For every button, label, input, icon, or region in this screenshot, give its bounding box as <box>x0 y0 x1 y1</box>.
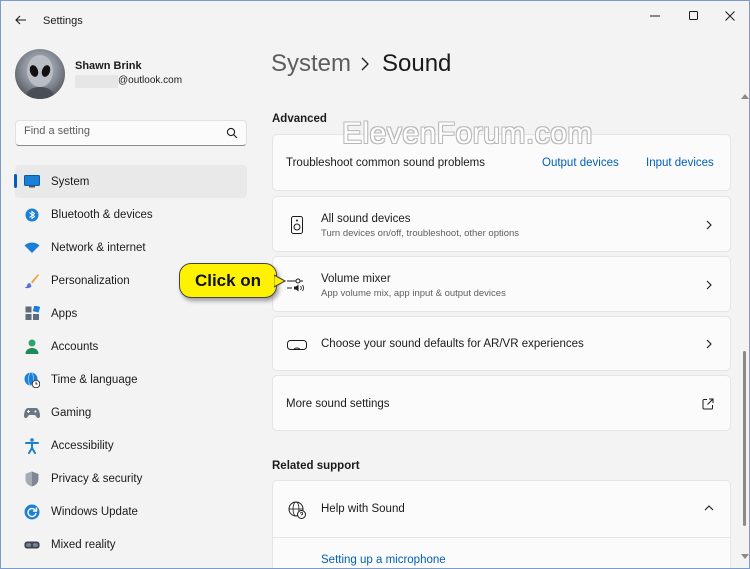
divider <box>273 537 730 538</box>
settings-window: Settings Shawn Brink @outlook.com Find a… <box>0 0 750 569</box>
open-external-icon <box>702 398 714 410</box>
arvr-defaults-card[interactable]: Choose your sound defaults for AR/VR exp… <box>272 316 731 371</box>
brush-icon <box>24 273 40 289</box>
click-on-callout: Click on <box>179 263 277 298</box>
minimize-button[interactable] <box>640 5 670 27</box>
alien-avatar-icon <box>25 55 55 99</box>
scroll-up-arrow-icon[interactable] <box>741 93 749 99</box>
search-input[interactable] <box>24 125 214 137</box>
sidebar-item-label: Time & language <box>51 373 138 386</box>
sidebar-item-label: Bluetooth & devices <box>51 208 153 221</box>
help-with-sound-card: Help with Sound Setting up a microphone <box>272 480 731 568</box>
wifi-icon <box>24 240 40 256</box>
avatar <box>15 49 65 99</box>
page-title: Sound <box>382 50 452 77</box>
globe-help-icon <box>287 500 307 520</box>
sidebar-item-label: System <box>51 175 90 188</box>
sidebar-item-network[interactable]: Network & internet <box>15 231 247 264</box>
back-button[interactable] <box>11 10 31 30</box>
sidebar-item-label: Accessibility <box>51 439 114 452</box>
sidebar-item-apps[interactable]: Apps <box>15 297 247 330</box>
headset-icon <box>24 537 40 553</box>
all-sound-devices-title: All sound devices <box>321 213 411 225</box>
minimize-icon <box>650 15 660 17</box>
user-email: @outlook.com <box>118 75 183 86</box>
sidebar-item-label: Windows Update <box>51 505 138 518</box>
all-sound-devices-card[interactable]: All sound devices Turn devices on/off, t… <box>272 196 731 252</box>
shield-icon <box>24 471 40 487</box>
breadcrumb-system[interactable]: System <box>271 50 351 78</box>
email-redaction <box>75 75 118 88</box>
chevron-right-icon <box>706 220 712 230</box>
close-button[interactable] <box>715 5 745 27</box>
all-sound-devices-subtitle: Turn devices on/off, troubleshoot, other… <box>321 228 520 239</box>
sidebar-nav: System Bluetooth & devices Network & int… <box>14 165 247 561</box>
sidebar-item-mixed-reality[interactable]: Mixed reality <box>15 528 247 561</box>
maximize-button[interactable] <box>679 5 709 27</box>
help-with-sound-title: Help with Sound <box>321 503 405 515</box>
title-bar: Settings <box>1 1 749 37</box>
section-title-related-support: Related support <box>272 460 360 472</box>
troubleshoot-label: Troubleshoot common sound problems <box>286 157 486 169</box>
setting-up-microphone-link[interactable]: Setting up a microphone <box>321 554 446 566</box>
volume-mixer-subtitle: App volume mix, app input & output devic… <box>321 288 506 299</box>
chevron-right-icon <box>361 57 369 71</box>
search-icon[interactable] <box>226 127 238 139</box>
sidebar-item-bluetooth[interactable]: Bluetooth & devices <box>15 198 247 231</box>
volume-mixer-title: Volume mixer <box>321 273 391 285</box>
person-icon <box>24 339 40 355</box>
sidebar-item-label: Network & internet <box>51 241 146 254</box>
globe-clock-icon <box>24 371 40 388</box>
arvr-defaults-title: Choose your sound defaults for AR/VR exp… <box>321 338 584 350</box>
sidebar-item-windows-update[interactable]: Windows Update <box>15 495 247 528</box>
sidebar-item-label: Personalization <box>51 274 130 287</box>
volume-mixer-icon <box>287 275 307 295</box>
input-devices-link[interactable]: Input devices <box>646 157 714 169</box>
section-title-advanced: Advanced <box>272 113 327 125</box>
app-title: Settings <box>43 15 83 27</box>
volume-mixer-card[interactable]: Volume mixer App volume mix, app input &… <box>272 256 731 312</box>
monitor-icon <box>24 174 40 190</box>
more-sound-settings-card[interactable]: More sound settings <box>272 375 731 431</box>
close-icon <box>725 11 735 21</box>
bluetooth-icon <box>24 207 40 223</box>
gamepad-icon <box>24 405 40 421</box>
user-name: Shawn Brink <box>75 60 142 72</box>
callout-pointer-icon <box>274 274 286 288</box>
maximize-icon <box>689 11 698 20</box>
chevron-up-icon[interactable] <box>704 503 714 513</box>
scroll-down-arrow-icon[interactable] <box>741 554 749 560</box>
sidebar-item-system[interactable]: System <box>14 165 247 198</box>
sidebar-item-label: Apps <box>51 307 78 320</box>
sidebar-item-label: Gaming <box>51 406 92 419</box>
apps-icon <box>24 306 40 322</box>
help-with-sound-header[interactable]: Help with Sound <box>273 481 730 537</box>
chevron-right-icon <box>706 339 712 349</box>
sidebar-item-time-language[interactable]: Time & language <box>15 363 247 396</box>
update-icon <box>24 504 40 520</box>
sidebar-item-accounts[interactable]: Accounts <box>15 330 247 363</box>
watermark: ElevenForum.com <box>342 117 593 150</box>
sidebar-item-label: Accounts <box>51 340 99 353</box>
chevron-right-icon <box>706 280 712 290</box>
search-box[interactable] <box>15 120 247 146</box>
vr-headset-icon <box>287 335 307 355</box>
output-devices-link[interactable]: Output devices <box>542 157 619 169</box>
speaker-icon <box>287 215 307 235</box>
sidebar-item-gaming[interactable]: Gaming <box>15 396 247 429</box>
back-arrow-icon <box>15 15 26 25</box>
more-sound-settings-title: More sound settings <box>286 398 390 410</box>
accessibility-icon <box>24 437 40 454</box>
scrollbar-thumb[interactable] <box>743 351 746 526</box>
sidebar-item-accessibility[interactable]: Accessibility <box>15 429 247 462</box>
sidebar-item-privacy-security[interactable]: Privacy & security <box>15 462 247 495</box>
sidebar-item-label: Mixed reality <box>51 538 116 551</box>
sidebar-item-label: Privacy & security <box>51 472 143 485</box>
